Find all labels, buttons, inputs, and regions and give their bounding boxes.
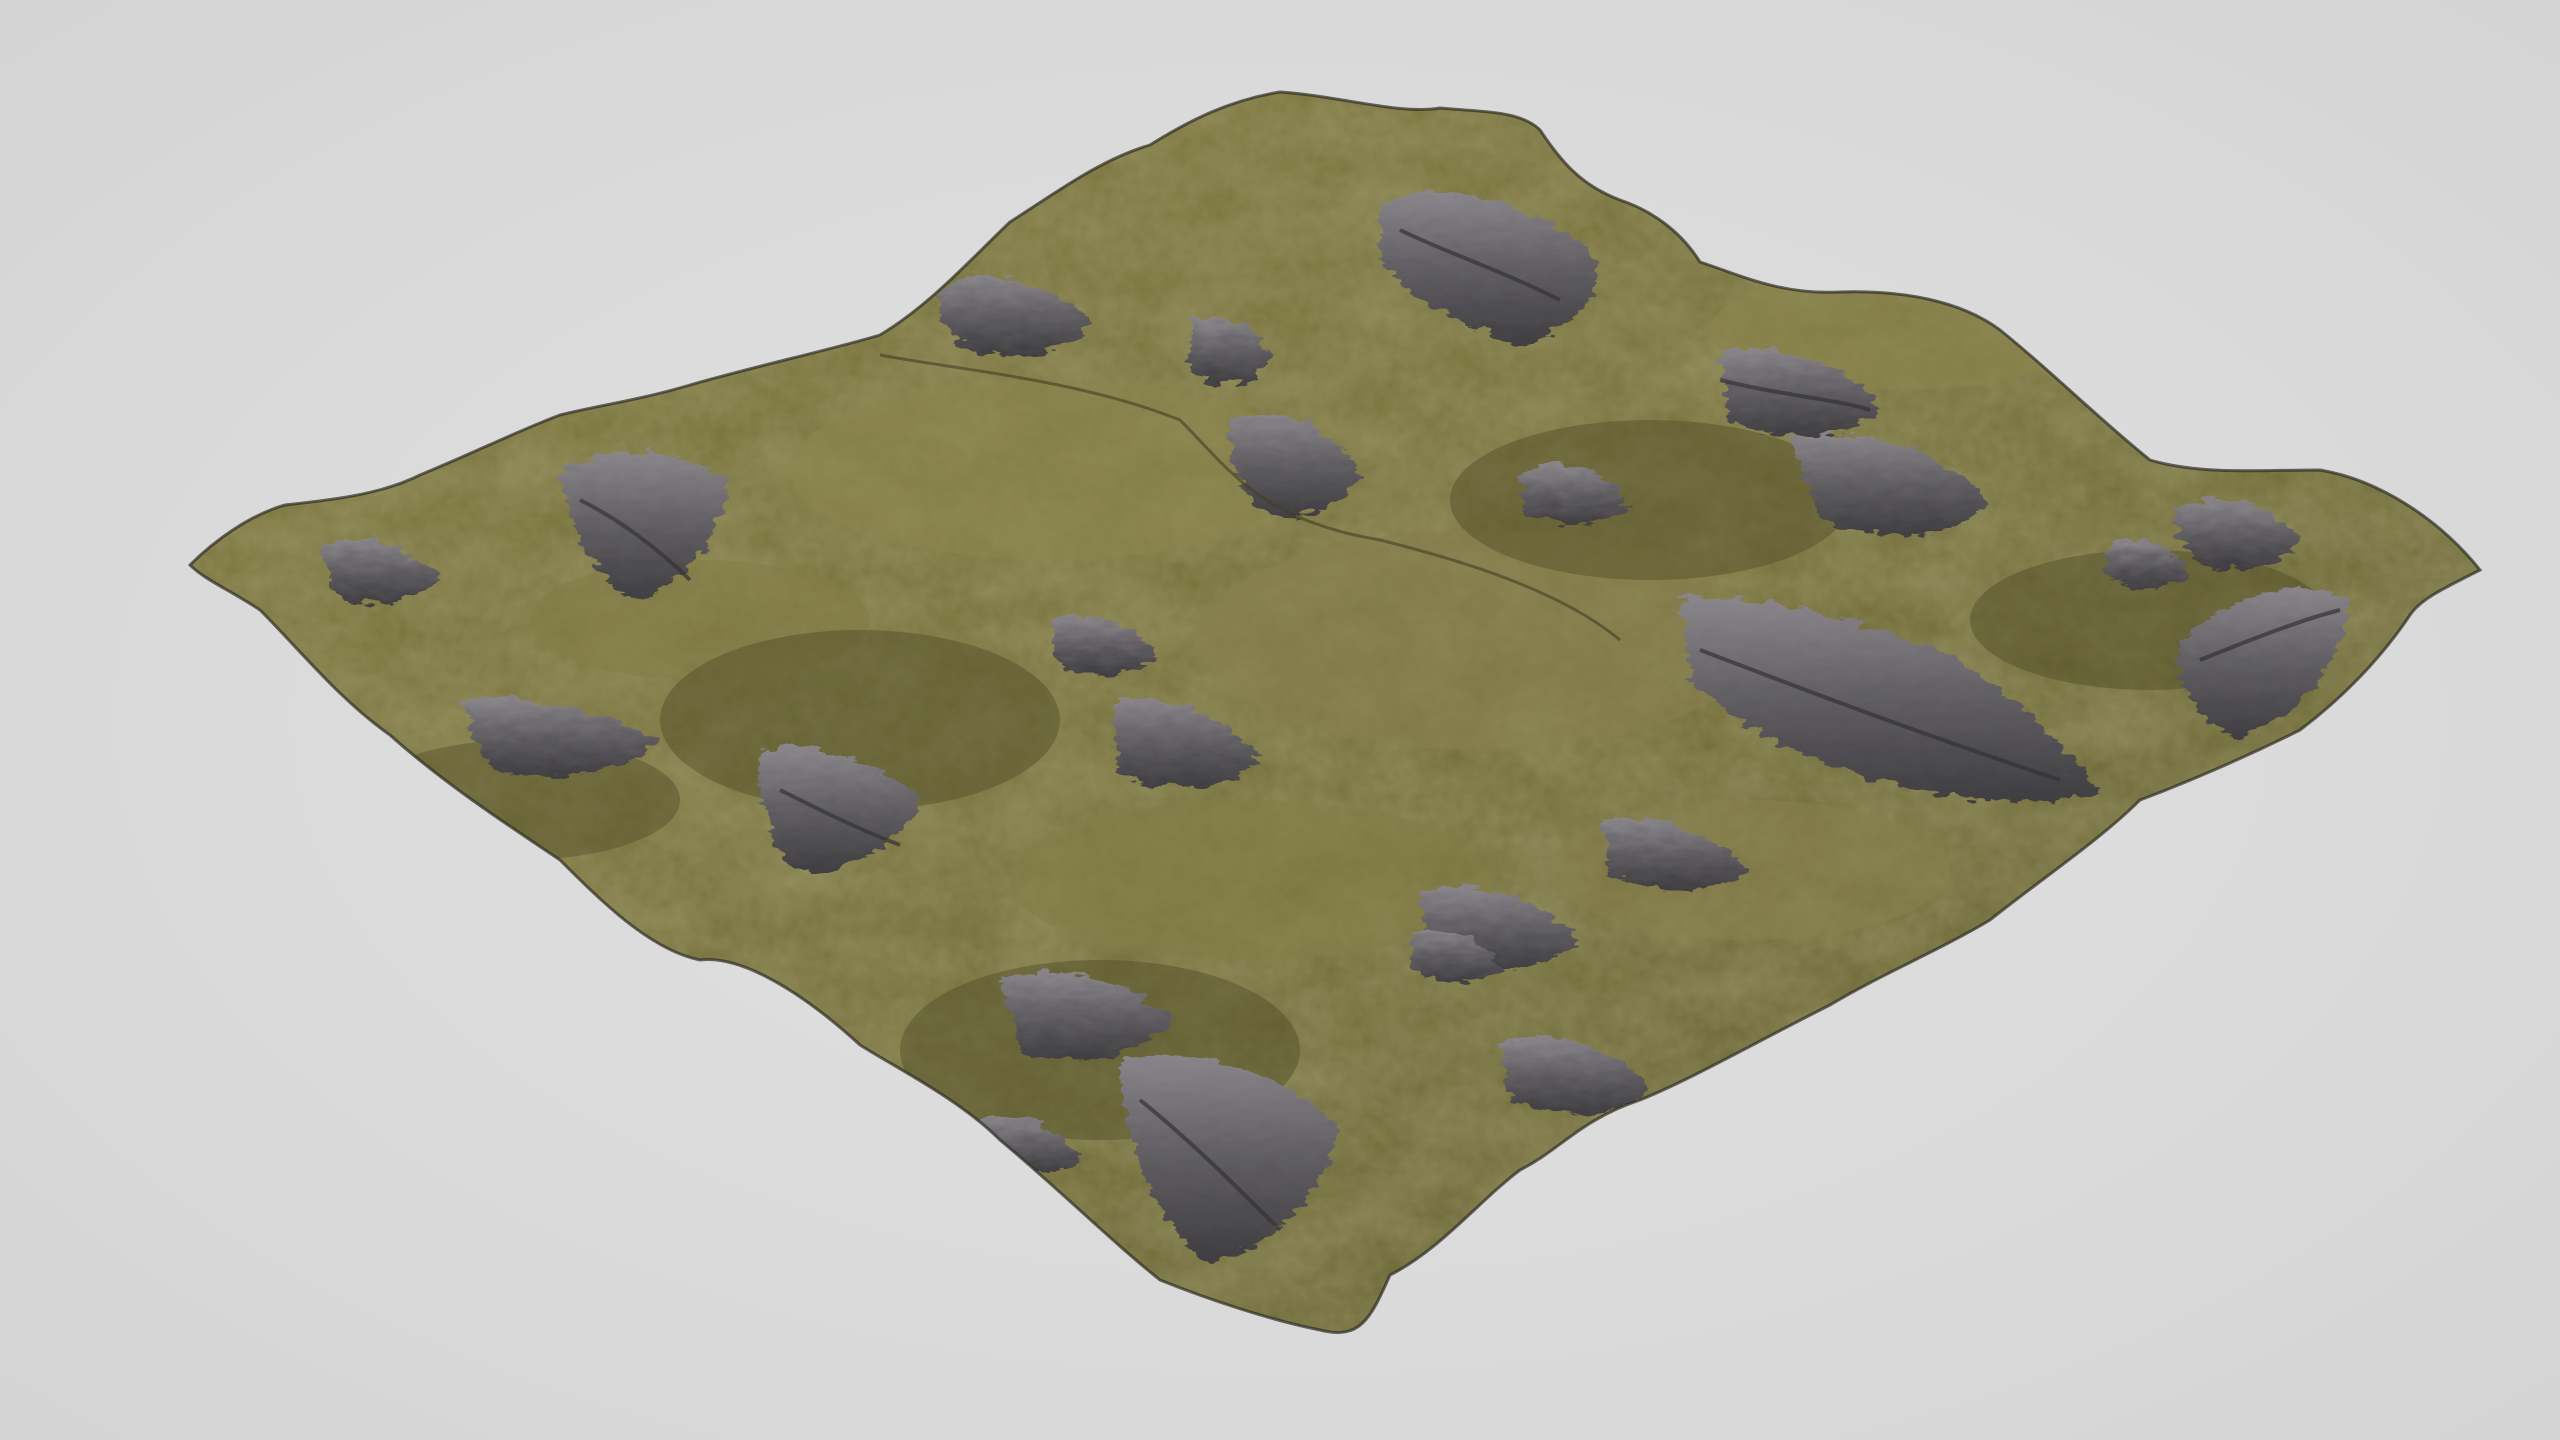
terrain-surface [188, 90, 2482, 1335]
render-viewport [0, 0, 2560, 1440]
terrain-render [188, 90, 2482, 1335]
